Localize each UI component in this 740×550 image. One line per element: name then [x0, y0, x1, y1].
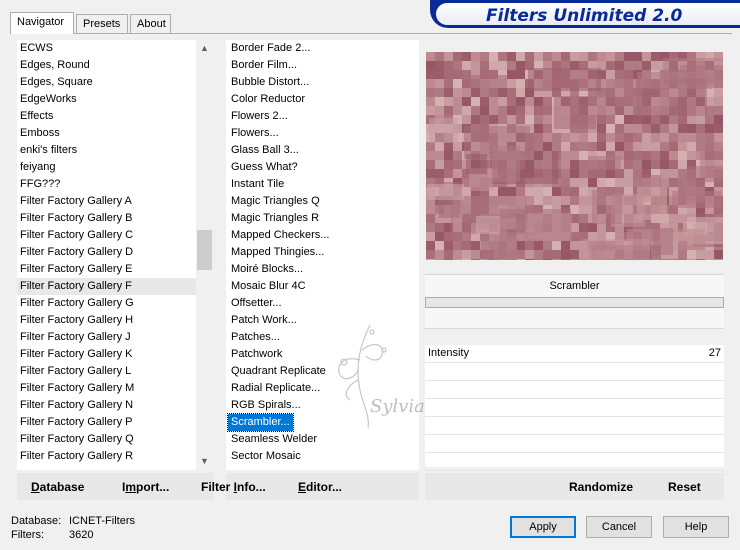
- cancel-button[interactable]: Cancel: [586, 516, 652, 538]
- category-item[interactable]: Filter Factory Gallery B: [17, 210, 196, 227]
- database-button[interactable]: Database: [31, 480, 84, 494]
- parameter-header-area: [425, 308, 724, 329]
- category-item[interactable]: Filter Factory Gallery M: [17, 380, 196, 397]
- category-scrollbar[interactable]: ▲ ▼: [196, 40, 213, 470]
- preview-image: [426, 52, 723, 260]
- status-database: Database: ICNET-Filters: [11, 515, 135, 527]
- tab-divider: [10, 33, 732, 34]
- param-row-empty: [425, 399, 724, 417]
- filter-item[interactable]: Patchwork: [228, 346, 282, 363]
- tab-about[interactable]: About: [130, 14, 171, 33]
- apply-button[interactable]: Apply: [510, 516, 576, 538]
- filter-item[interactable]: Sector Mosaic: [228, 448, 301, 465]
- param-row-empty: [425, 363, 724, 381]
- category-item[interactable]: Filter Factory Gallery F: [17, 278, 196, 295]
- category-item[interactable]: Emboss: [17, 125, 196, 142]
- filter-item[interactable]: Mosaic Blur 4C: [228, 278, 306, 295]
- param-row-empty: [425, 435, 724, 453]
- filter-item[interactable]: Magic Triangles Q: [228, 193, 320, 210]
- filter-item[interactable]: Border Film...: [228, 57, 297, 74]
- param-label: Intensity: [428, 347, 469, 359]
- category-item[interactable]: Filter Factory Gallery P: [17, 414, 196, 431]
- filter-item[interactable]: Color Reductor: [228, 91, 305, 108]
- filter-name-display: Scrambler: [425, 274, 724, 297]
- category-item[interactable]: Filter Factory Gallery N: [17, 397, 196, 414]
- category-item[interactable]: Filter Factory Gallery K: [17, 346, 196, 363]
- category-item[interactable]: Filter Factory Gallery R: [17, 448, 196, 465]
- import-accel: m: [125, 480, 137, 494]
- category-item[interactable]: Filter Factory Gallery C: [17, 227, 196, 244]
- filter-item[interactable]: Seamless Welder: [228, 431, 317, 448]
- status-filters-value: 3620: [69, 529, 94, 541]
- tab-presets[interactable]: Presets: [76, 14, 128, 33]
- help-button[interactable]: Help: [663, 516, 729, 538]
- category-item[interactable]: enki's filters: [17, 142, 196, 159]
- filter-item[interactable]: Border Fade 2...: [228, 40, 311, 57]
- status-filters: Filters: 3620: [11, 529, 93, 541]
- filter-item[interactable]: RGB Spirals...: [228, 397, 301, 414]
- import-label: port...: [136, 480, 170, 494]
- filter-item[interactable]: Instant Tile: [228, 176, 284, 193]
- category-item[interactable]: Filter Factory Gallery E: [17, 261, 196, 278]
- param-row-empty: [425, 381, 724, 399]
- category-item[interactable]: ECWS: [17, 40, 196, 57]
- param-row-empty: [425, 417, 724, 435]
- param-row-empty: [425, 453, 724, 471]
- filter-item[interactable]: Flowers...: [228, 125, 279, 142]
- status-database-value: ICNET-Filters: [69, 515, 135, 527]
- filter-item[interactable]: Patch Work...: [228, 312, 297, 329]
- tab-navigator[interactable]: Navigator: [10, 12, 74, 34]
- status-filters-label: Filters:: [11, 529, 44, 541]
- category-item[interactable]: EdgeWorks: [17, 91, 196, 108]
- filter-info-label: nfo...: [237, 480, 266, 494]
- category-item[interactable]: Filter Factory Gallery J: [17, 329, 196, 346]
- filter-item[interactable]: Magic Triangles R: [228, 210, 319, 227]
- filter-item[interactable]: Mapped Thingies...: [228, 244, 324, 261]
- randomize-button[interactable]: Randomize: [569, 480, 633, 494]
- param-value[interactable]: 27: [709, 347, 721, 359]
- category-item[interactable]: FFG???: [17, 176, 196, 193]
- database-label: atabase: [39, 480, 85, 494]
- parameters-list: Intensity 27: [425, 345, 724, 471]
- category-item[interactable]: Edges, Square: [17, 74, 196, 91]
- title-banner: Filters Unlimited 2.0: [430, 0, 740, 28]
- editor-label: ditor...: [306, 480, 343, 494]
- category-item[interactable]: Filter Factory Gallery A: [17, 193, 196, 210]
- scroll-down-icon[interactable]: ▼: [196, 453, 213, 470]
- category-item[interactable]: Filter Factory Gallery L: [17, 363, 196, 380]
- filter-item[interactable]: Patches...: [228, 329, 280, 346]
- title-banner-inner: Filters Unlimited 2.0: [436, 3, 740, 26]
- category-item[interactable]: Filter Factory Gallery Q: [17, 431, 196, 448]
- filter-item[interactable]: Guess What?: [228, 159, 298, 176]
- filter-item[interactable]: Offsetter...: [228, 295, 282, 312]
- category-item[interactable]: Filter Factory Gallery H: [17, 312, 196, 329]
- scroll-thumb[interactable]: [197, 230, 212, 270]
- app-title: Filters Unlimited 2.0: [486, 6, 683, 26]
- category-item[interactable]: feiyang: [17, 159, 196, 176]
- import-button[interactable]: Import...: [122, 480, 169, 494]
- param-row-intensity[interactable]: Intensity 27: [425, 345, 724, 363]
- reset-button[interactable]: Reset: [668, 480, 701, 494]
- category-list[interactable]: ECWS Edges, Round Edges, Square EdgeWorks Ef…: [17, 40, 196, 470]
- filter-item[interactable]: Scrambler...: [227, 413, 294, 432]
- filter-info-pre: Filter: [201, 480, 234, 494]
- filter-item[interactable]: Glass Ball 3...: [228, 142, 299, 159]
- filter-item[interactable]: Mapped Checkers...: [228, 227, 329, 244]
- editor-button[interactable]: Editor...: [298, 480, 342, 494]
- category-item[interactable]: Filter Factory Gallery G: [17, 295, 196, 312]
- editor-accel: E: [298, 480, 307, 494]
- category-item[interactable]: Effects: [17, 108, 196, 125]
- database-accel: D: [31, 480, 40, 494]
- filter-item[interactable]: Flowers 2...: [228, 108, 288, 125]
- filter-info-button[interactable]: Filter Info...: [201, 480, 266, 494]
- status-database-label: Database:: [11, 515, 62, 527]
- filter-item[interactable]: Moiré Blocks...: [228, 261, 303, 278]
- category-item[interactable]: Filter Factory Gallery D: [17, 244, 196, 261]
- filter-item[interactable]: Bubble Distort...: [228, 74, 309, 91]
- scroll-up-icon[interactable]: ▲: [196, 40, 213, 57]
- progress-bar: [425, 297, 724, 308]
- category-item[interactable]: Edges, Round: [17, 57, 196, 74]
